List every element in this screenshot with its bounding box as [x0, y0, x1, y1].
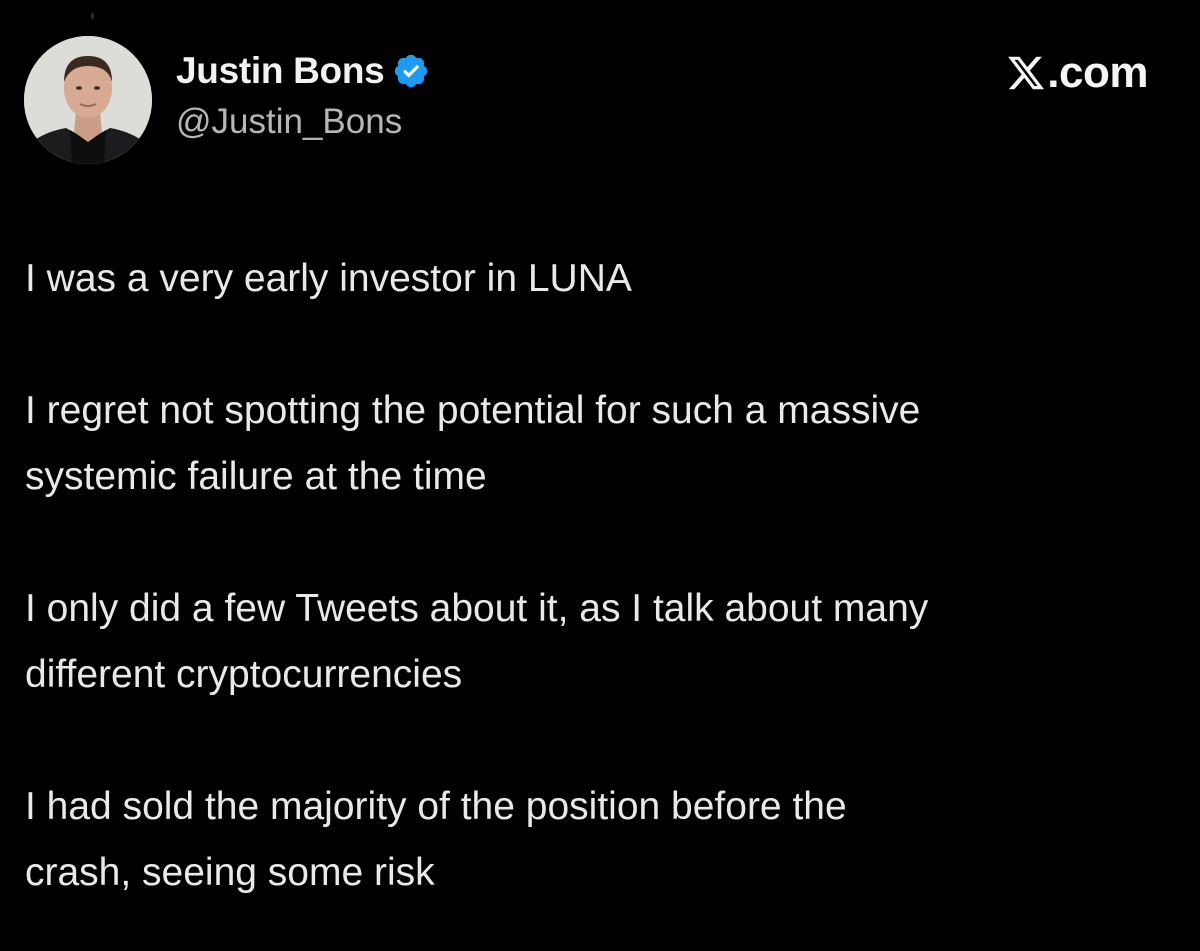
status-dot: [91, 13, 94, 19]
author-handle[interactable]: @Justin_Bons: [176, 102, 402, 142]
avatar-portrait-icon: [24, 36, 152, 164]
brand-suffix: .com: [1047, 48, 1148, 97]
x-logo-icon: [1006, 53, 1046, 93]
tweet-paragraph: I had sold the majority of the position …: [25, 785, 847, 894]
tweet-paragraph: I was a very early investor in LUNA: [25, 257, 632, 300]
author-name-row: Justin Bons: [176, 46, 430, 96]
brand-mark: .com: [1006, 48, 1148, 98]
tweet-body: I was a very early investor in LUNA I re…: [25, 246, 1185, 906]
tweet-card: Justin Bons @Justin_Bons .com I was a ve…: [0, 0, 1200, 951]
tweet-paragraph: I regret not spotting the potential for …: [25, 389, 921, 498]
verified-badge-icon: [392, 52, 430, 90]
tweet-paragraph: I only did a few Tweets about it, as I t…: [25, 587, 929, 696]
author-name[interactable]: Justin Bons: [176, 50, 385, 92]
avatar[interactable]: [24, 36, 152, 164]
